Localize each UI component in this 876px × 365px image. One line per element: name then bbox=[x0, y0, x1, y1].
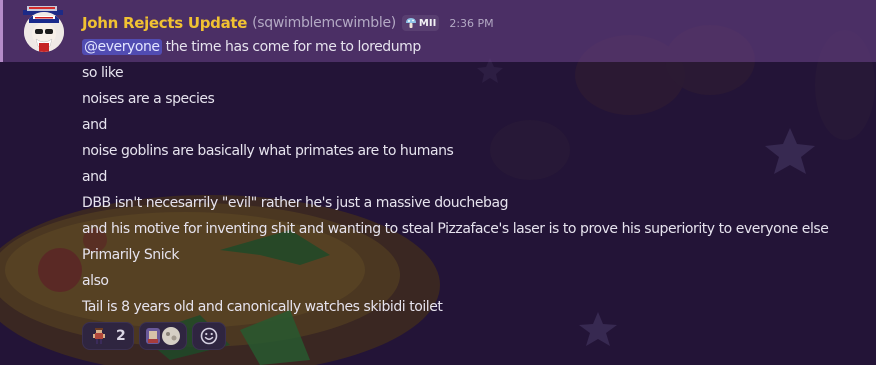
reaction-count: 2 bbox=[116, 328, 126, 344]
author-display-name[interactable]: John Rejects Update bbox=[82, 14, 247, 32]
reaction-custom-pair[interactable] bbox=[138, 322, 187, 350]
guild-tag-badge[interactable]: MII bbox=[401, 15, 440, 31]
message-line: noise goblins are basically what primate… bbox=[82, 143, 454, 159]
everyone-mention[interactable]: @everyone bbox=[82, 39, 162, 55]
reaction-pixel-character[interactable]: 2 bbox=[82, 322, 134, 350]
message-line: so like bbox=[82, 65, 124, 81]
add-reaction-icon bbox=[200, 327, 218, 345]
message-line: and bbox=[82, 117, 107, 133]
message-line: DBB isn't necesarrily "evil" rather he's… bbox=[82, 195, 509, 211]
message-line: noises are a species bbox=[82, 91, 215, 107]
message-line: Tail is 8 years old and canonically watc… bbox=[82, 299, 443, 315]
message-line: @everyone the time has come for me to lo… bbox=[82, 37, 421, 57]
message-line: Primarily Snick bbox=[82, 247, 180, 263]
custom-emoji-pair-icon bbox=[145, 327, 180, 345]
message-line: also bbox=[82, 273, 109, 289]
user-avatar[interactable] bbox=[24, 12, 64, 52]
author-handle[interactable]: (sqwimblemcwimble) bbox=[252, 15, 396, 31]
message-timestamp[interactable]: 2:36 PM bbox=[449, 17, 493, 30]
pixel-character-emoji-icon bbox=[93, 328, 105, 344]
chat-message[interactable]: John Rejects Update (sqwimblemcwimble) M… bbox=[0, 0, 876, 365]
guild-tag-label: MII bbox=[418, 17, 437, 29]
reaction-bar: 2 bbox=[82, 322, 226, 350]
message-line-text: the time has come for me to loredump bbox=[165, 39, 422, 55]
message-line: and his motive for inventing shit and wa… bbox=[82, 221, 829, 237]
message-line: and bbox=[82, 169, 107, 185]
mention-indicator-bar bbox=[0, 0, 3, 62]
message-header: John Rejects Update (sqwimblemcwimble) M… bbox=[82, 13, 494, 33]
add-reaction-button[interactable] bbox=[191, 322, 226, 350]
mushroom-icon bbox=[405, 18, 416, 28]
